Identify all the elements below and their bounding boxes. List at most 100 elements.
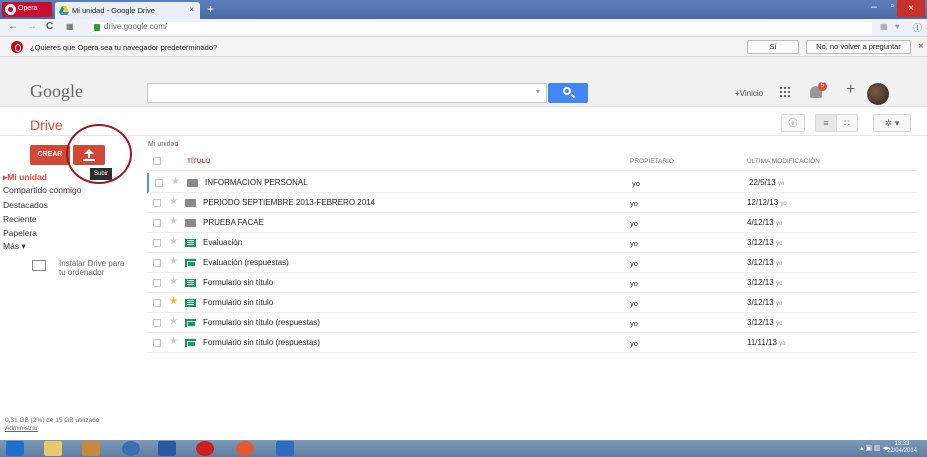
file-name[interactable]: Formulario sin título (respuestas) [203, 318, 320, 327]
star-icon[interactable]: ★ [169, 336, 178, 347]
file-name[interactable]: Evaluación [203, 238, 242, 247]
table-row[interactable]: ★ Formulario sin título yo 3/12/13 yo [147, 273, 917, 293]
no-ask-again-button[interactable]: No, no volver a preguntar [806, 40, 911, 54]
maximize-button[interactable]: ▫ [890, 1, 894, 12]
chrome-icon[interactable] [236, 441, 254, 456]
row-checkbox[interactable] [153, 239, 161, 247]
explorer-icon[interactable] [44, 441, 62, 456]
file-date: 3/12/13 [747, 258, 774, 267]
forward-icon[interactable]: → [27, 21, 37, 32]
table-row[interactable]: ★ Evaluación (respuestas) yo 3/12/13 yo [147, 253, 917, 273]
form-icon [185, 279, 196, 287]
drive-title[interactable]: Drive [30, 117, 63, 133]
google-logo[interactable]: Google [30, 81, 83, 102]
url-text: drive.google.com/ [104, 22, 168, 31]
apps-grid-icon[interactable] [780, 87, 790, 97]
star-icon[interactable]: ★ [169, 196, 178, 207]
row-checkbox[interactable] [153, 279, 161, 287]
speed-dial-icon[interactable]: ▦ [66, 22, 74, 31]
profile-link[interactable]: +Vinicio [735, 89, 763, 98]
table-row[interactable]: ★ INFORMACION PERSONAL yo 22/5/13 yo [147, 173, 917, 193]
file-name[interactable]: Evaluación (respuestas) [203, 258, 289, 267]
tab-close-icon[interactable]: × [189, 5, 194, 14]
table-row[interactable]: ★ PRUEBA FACAE yo 4/12/13 yo [147, 213, 917, 233]
row-checkbox[interactable] [153, 259, 161, 267]
row-checkbox[interactable] [153, 199, 161, 207]
opera-taskbar-icon[interactable] [196, 441, 214, 456]
file-name[interactable]: Formulario sin título (respuestas) [203, 338, 320, 347]
star-icon[interactable]: ★ [171, 176, 180, 187]
downloads-icon[interactable]: Ⓘ [913, 21, 922, 34]
table-row[interactable]: ★ Formulario sin título yo 3/12/13 yo [147, 293, 917, 313]
star-icon[interactable]: ★ [169, 296, 178, 307]
select-all-checkbox[interactable] [153, 157, 161, 165]
minimize-button[interactable]: – [871, 1, 877, 13]
grid-view-icon[interactable]: ∷ [836, 114, 858, 132]
tab-title: Mi unidad - Google Drive [72, 6, 155, 15]
search-input[interactable]: ▾ [147, 83, 547, 103]
notification-close-icon[interactable]: × [918, 41, 924, 52]
file-modified-by: yo [775, 301, 783, 307]
breadcrumb[interactable]: Mi unidad [148, 141, 178, 148]
sidebar-item-mi-unidad[interactable]: ▸Mi unidad [3, 172, 47, 183]
star-icon[interactable]: ★ [169, 276, 178, 287]
column-owner[interactable]: PROPIETARIO [630, 158, 674, 165]
sidebar-item-destacados[interactable]: Destacados [3, 200, 48, 210]
form-icon [185, 239, 196, 247]
table-row[interactable]: ★ Evaluación yo 3/12/13 yo [147, 233, 917, 253]
speed-dial-toggle-icon[interactable]: ▦ [880, 22, 888, 31]
search-button[interactable] [548, 83, 588, 103]
media-player-icon[interactable] [122, 441, 140, 456]
row-checkbox[interactable] [153, 339, 161, 347]
star-icon[interactable]: ★ [169, 216, 178, 227]
create-button[interactable]: CREAR [30, 145, 70, 165]
yes-button[interactable]: Sí [747, 40, 799, 54]
url-field[interactable]: drive.google.com/ [92, 22, 872, 34]
word-icon[interactable] [276, 441, 294, 456]
search-options-icon[interactable]: ▾ [536, 87, 540, 96]
sidebar-item-compartido[interactable]: Compartido conmigo [3, 185, 81, 195]
share-plus-button[interactable]: + [846, 81, 855, 99]
browser-tab[interactable]: Mi unidad - Google Drive × [55, 2, 200, 19]
table-row[interactable]: ★ Formulario sin título (respuestas) yo 3/1… [147, 313, 917, 333]
upload-tooltip: Subir [90, 168, 112, 180]
row-checkbox[interactable] [155, 179, 163, 187]
list-view-icon[interactable]: ≡ [815, 114, 837, 132]
manage-storage-link[interactable]: Administrar [5, 425, 38, 432]
column-modified[interactable]: ÚLTIMA MODIFICACIÓN [747, 158, 820, 165]
paint-icon[interactable] [82, 441, 100, 456]
star-icon[interactable]: ★ [169, 316, 178, 327]
reload-icon[interactable]: C [46, 21, 53, 32]
file-name[interactable]: INFORMACION PERSONAL [205, 178, 308, 187]
info-icon[interactable]: ⓘ [781, 114, 805, 132]
file-name[interactable]: Formulario sin título [203, 278, 273, 287]
star-icon[interactable]: ★ [169, 256, 178, 267]
sidebar-item-mas[interactable]: Más ▾ [3, 241, 26, 252]
opera-menu-button[interactable]: Opera [2, 2, 52, 17]
file-modified: 11/11/13 yo [747, 338, 786, 347]
column-title[interactable]: TÍTULO [187, 158, 210, 165]
table-row[interactable]: ★ PERIODO SEPTIEMBRE 2013-FEBRERO 2014 yo 1… [147, 193, 917, 213]
avatar[interactable] [867, 83, 889, 105]
file-modified-by: yo [775, 241, 783, 247]
sidebar-item-reciente[interactable]: Reciente [3, 214, 37, 224]
star-icon[interactable]: ★ [169, 236, 178, 247]
new-tab-button[interactable]: + [207, 2, 214, 16]
row-checkbox[interactable] [153, 299, 161, 307]
file-name[interactable]: PERIODO SEPTIEMBRE 2013-FEBRERO 2014 [203, 198, 375, 207]
sheet-icon [185, 319, 196, 327]
window-close-button[interactable]: × [897, 0, 925, 17]
row-checkbox[interactable] [153, 219, 161, 227]
settings-gear-icon[interactable]: ✲ ▾ [873, 114, 911, 132]
table-row[interactable]: ★ Formulario sin título (respuestas) yo 11/… [147, 333, 917, 353]
heart-icon[interactable]: ♥ [895, 22, 900, 31]
back-icon[interactable]: ← [8, 21, 18, 32]
sidebar-item-papelera[interactable]: Papelera [3, 228, 37, 238]
sidebar-item-label: Mi unidad [7, 172, 47, 182]
tray-icons[interactable]: ▴ ▣ ▥ ◂▸ [860, 444, 890, 452]
file-name[interactable]: Formulario sin título [203, 298, 273, 307]
file-name[interactable]: PRUEBA FACAE [203, 218, 264, 227]
ie-icon[interactable] [6, 441, 24, 456]
row-checkbox[interactable] [153, 319, 161, 327]
app-icon[interactable] [158, 441, 176, 456]
